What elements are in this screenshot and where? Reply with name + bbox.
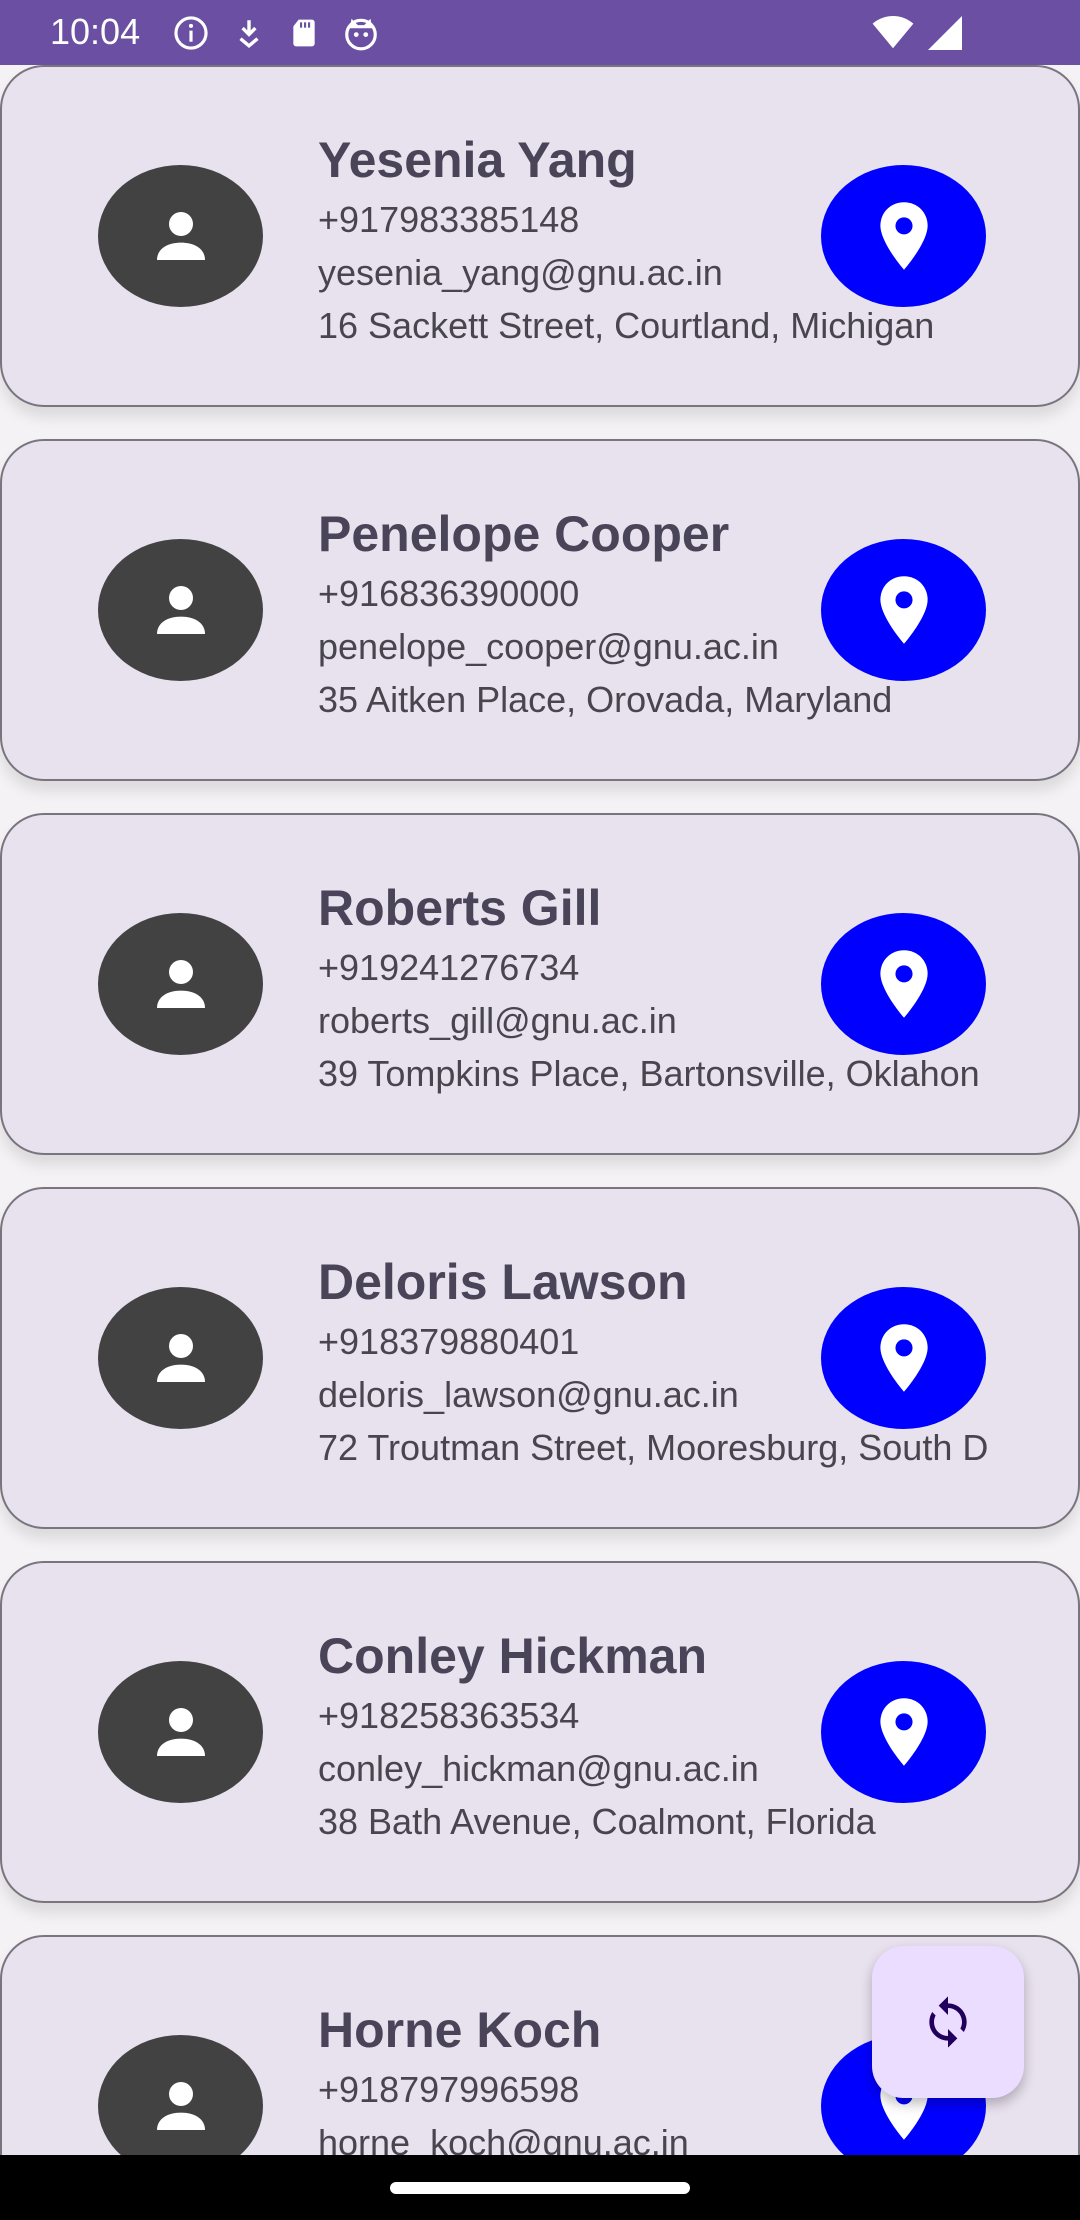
person-icon: [156, 1334, 205, 1382]
contact-address: 38 Bath Avenue, Coalmont, Florida: [318, 1801, 876, 1842]
location-pin-icon: [879, 576, 928, 644]
cat-icon: [342, 14, 380, 52]
avatar: [98, 1661, 263, 1803]
status-bar: 10:04: [0, 0, 1080, 65]
person-icon: [156, 960, 205, 1008]
list-item: Conley Hickman +918258363534 conley_hick…: [0, 1561, 1080, 1935]
contact-card[interactable]: Conley Hickman +918258363534 conley_hick…: [0, 1561, 1080, 1903]
avatar: [98, 1287, 263, 1429]
contact-card[interactable]: Roberts Gill +919241276734 roberts_gill@…: [0, 813, 1080, 1155]
avatar: [98, 165, 263, 307]
contact-address: 35 Aitken Place, Orovada, Maryland: [318, 679, 893, 720]
location-button[interactable]: [821, 539, 986, 681]
location-button[interactable]: [821, 165, 986, 307]
sd-card-icon: [288, 14, 320, 52]
refresh-icon: [929, 1996, 967, 2048]
avatar: [98, 2035, 263, 2155]
signal-icon: [928, 16, 962, 50]
location-button[interactable]: [821, 913, 986, 1055]
list-item: Penelope Cooper +916836390000 penelope_c…: [0, 439, 1080, 813]
avatar: [98, 539, 263, 681]
navigation-bar: [0, 2155, 1080, 2220]
person-icon: [156, 2082, 205, 2130]
contact-address: 16 Sackett Street, Courtland, Michigan: [318, 305, 935, 346]
contact-card[interactable]: Yesenia Yang +917983385148 yesenia_yang@…: [0, 65, 1080, 407]
contact-address: 39 Tompkins Place, Bartonsville, Oklahon: [318, 1053, 980, 1094]
avatar: [98, 913, 263, 1055]
location-pin-icon: [879, 950, 928, 1018]
location-button[interactable]: [821, 1661, 986, 1803]
status-time: 10:04: [50, 11, 141, 52]
contact-card[interactable]: Deloris Lawson +918379880401 deloris_law…: [0, 1187, 1080, 1529]
location-button[interactable]: [821, 1287, 986, 1429]
download-icon: [232, 14, 266, 52]
person-icon: [156, 586, 205, 634]
location-pin-icon: [879, 202, 928, 270]
home-gesture-handle[interactable]: [390, 2182, 690, 2194]
contact-address: 72 Troutman Street, Mooresburg, South D: [318, 1427, 989, 1468]
location-pin-icon: [879, 1324, 928, 1392]
refresh-fab[interactable]: [872, 1946, 1024, 2098]
info-icon: [172, 14, 210, 52]
wifi-icon: [872, 16, 914, 50]
person-icon: [156, 1708, 205, 1756]
person-icon: [156, 212, 205, 260]
list-item: Yesenia Yang +917983385148 yesenia_yang@…: [0, 65, 1080, 439]
location-pin-icon: [879, 1698, 928, 1766]
list-item: Deloris Lawson +918379880401 deloris_law…: [0, 1187, 1080, 1561]
contact-list[interactable]: Yesenia Yang +917983385148 yesenia_yang@…: [0, 65, 1080, 2155]
list-item: Roberts Gill +919241276734 roberts_gill@…: [0, 813, 1080, 1187]
contact-card[interactable]: Penelope Cooper +916836390000 penelope_c…: [0, 439, 1080, 781]
